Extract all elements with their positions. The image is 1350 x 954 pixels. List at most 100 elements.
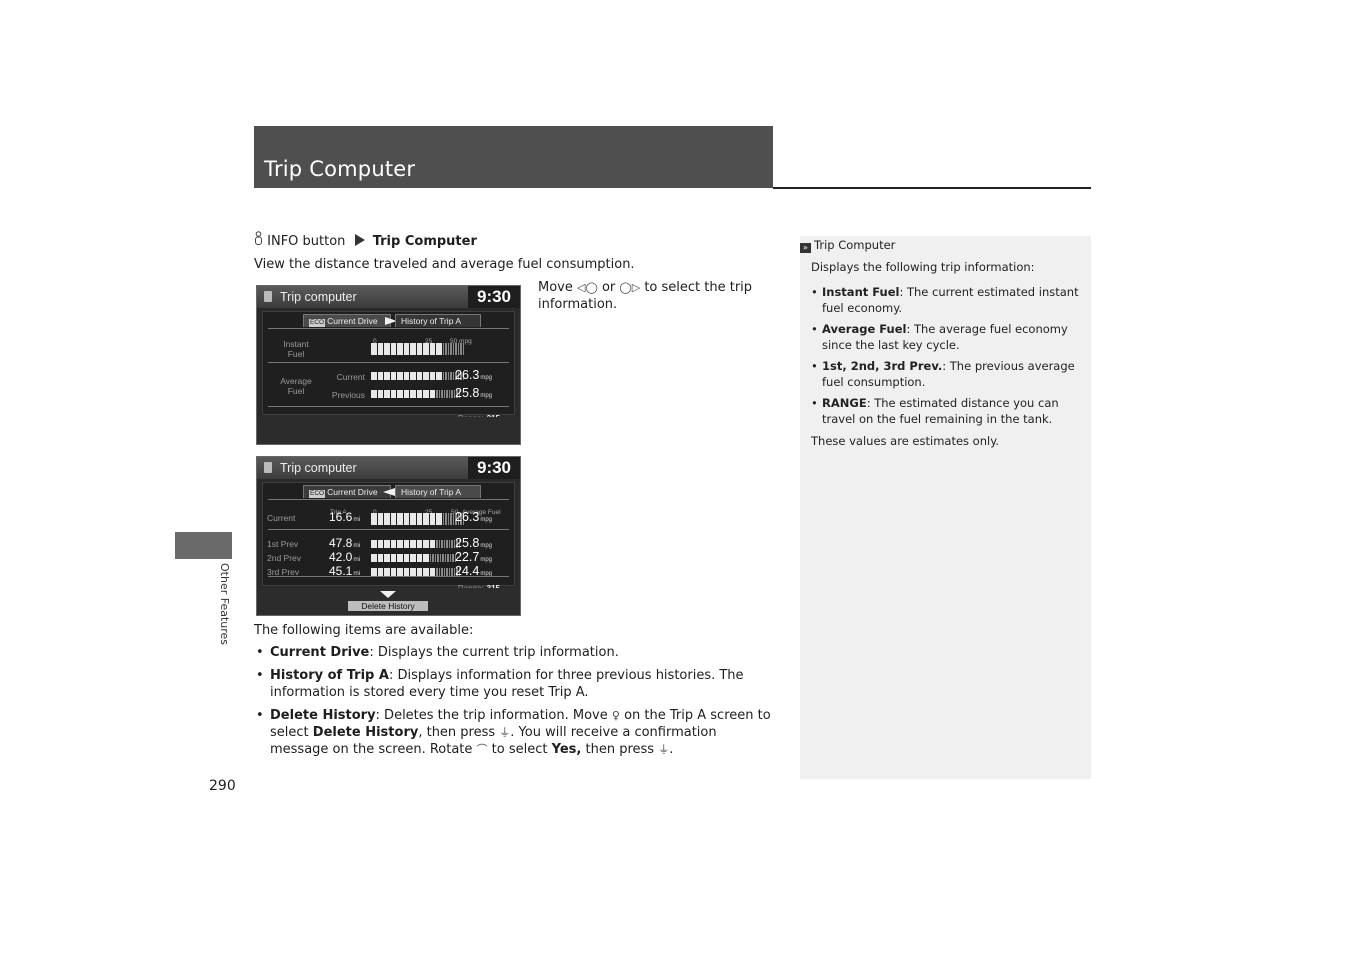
divider <box>268 499 509 500</box>
bar-segment-lit <box>423 568 429 576</box>
bar-segment-unlit <box>432 554 434 562</box>
divider <box>268 362 509 363</box>
item-text: , then press <box>418 725 496 740</box>
page-number: 290 <box>209 778 236 794</box>
bar-segment-lit <box>429 372 435 380</box>
bar-segment-lit <box>416 554 422 562</box>
bar-segment-lit <box>397 343 403 355</box>
divider <box>268 328 509 329</box>
item-term: Yes, <box>551 742 582 757</box>
tab-current-drive[interactable]: ECO Current Drive <box>303 485 391 498</box>
tab-label: History of Trip A <box>401 316 461 326</box>
bar-segment-unlit <box>450 372 452 380</box>
item-term: Delete History <box>312 725 419 740</box>
bar-segment-lit <box>384 540 390 548</box>
bar-segment-lit <box>403 540 409 548</box>
bar-segment-unlit <box>439 554 441 562</box>
tab-history-trip-a[interactable]: History of Trip A <box>395 314 481 327</box>
bar-segment-lit <box>423 343 429 355</box>
info-icon <box>264 462 272 473</box>
row-fuel-value: 26.3mpg <box>455 509 492 529</box>
bar-segment-lit <box>384 568 390 576</box>
available-items-list: Current Drive: Displays the current trip… <box>254 644 774 764</box>
note-title: Trip Computer <box>814 238 896 252</box>
item-term: History of Trip A <box>270 668 389 683</box>
bar-segment-lit <box>429 568 435 576</box>
item-term: Delete History <box>270 708 376 723</box>
bar-segment-lit <box>377 513 383 525</box>
bar-segment-lit <box>384 390 390 398</box>
available-intro: The following items are available: <box>254 623 474 638</box>
screen-title: Trip computer <box>280 461 357 475</box>
bar-segment-unlit <box>450 513 452 525</box>
press-icon: ⏚ <box>499 726 511 739</box>
screen-footer: Delete History <box>257 588 520 615</box>
move-instruction: Move ◁◯ or ◯▷ to select the trip informa… <box>538 279 768 313</box>
bar-segment-unlit <box>436 568 438 576</box>
bar-segment-unlit <box>444 554 446 562</box>
bar-segment-lit <box>429 513 435 525</box>
screen-tabs: ECO Current Drive History of Trip A <box>303 485 483 498</box>
item-term: Instant Fuel <box>822 285 900 299</box>
item-term: Current Drive <box>270 645 370 660</box>
bar-segment-unlit <box>451 540 453 548</box>
bar-segment-lit <box>416 343 422 355</box>
bar-segment-unlit <box>457 343 459 355</box>
bar-segment-unlit <box>445 513 447 525</box>
bar-segment-lit <box>403 343 409 355</box>
list-item: Average Fuel: The average fuel economy s… <box>811 321 1083 353</box>
tab-history-trip-a[interactable]: History of Trip A <box>395 485 481 498</box>
bar-segment-lit <box>403 568 409 576</box>
bar-segment-lit <box>377 554 383 562</box>
bar-segment-lit <box>377 540 383 548</box>
bar-segment-lit <box>371 568 377 576</box>
previous-fuel-bar <box>371 390 460 398</box>
note-list: Instant Fuel: The current estimated inst… <box>811 284 1083 432</box>
instant-fuel-label: Instant Fuel <box>283 339 309 359</box>
bar-segment-lit <box>397 554 403 562</box>
value-number: 25.8 <box>455 386 480 400</box>
bar-segment-unlit <box>451 568 453 576</box>
breadcrumb-target: Trip Computer <box>372 234 477 249</box>
screen-body: ECO Current Drive History of Trip A 0 25 … <box>262 311 515 423</box>
bar-segment-unlit <box>448 568 450 576</box>
bar-segment-unlit <box>445 372 447 380</box>
item-term: RANGE <box>822 396 867 410</box>
bar-segment-lit <box>410 568 416 576</box>
value-unit: mpg <box>480 375 493 381</box>
screen-title: Trip computer <box>280 290 357 304</box>
instant-fuel-bar <box>371 343 464 355</box>
item-text: : Displays the current trip information. <box>369 645 619 660</box>
bar-segment-lit <box>410 540 416 548</box>
move-or: or <box>601 280 616 295</box>
tab-current-drive[interactable]: ECO Current Drive <box>303 314 391 327</box>
bar-segment-lit <box>384 343 390 355</box>
bar-segment-lit <box>403 554 409 562</box>
row-fuel-bar <box>371 554 456 562</box>
bar-segment-unlit <box>452 343 454 355</box>
row-fuel-bar <box>371 568 460 576</box>
bar-segment-lit <box>410 513 416 525</box>
bar-segment-lit <box>416 568 422 576</box>
bar-segment-unlit <box>451 390 453 398</box>
bar-segment-unlit <box>447 513 449 525</box>
breadcrumb-arrow-icon <box>354 234 365 246</box>
bar-segment-unlit <box>441 390 443 398</box>
note-heading: » Trip Computer <box>800 237 895 253</box>
bar-segment-lit <box>384 554 390 562</box>
bar-segment-lit <box>423 390 429 398</box>
bar-segment-lit <box>390 372 396 380</box>
distance-number: 42.0 <box>329 550 353 564</box>
bar-segment-unlit <box>434 554 436 562</box>
bar-segment-lit <box>410 554 416 562</box>
screen-tabs: ECO Current Drive History of Trip A <box>303 314 483 327</box>
page-title-bar: Trip Computer <box>254 126 773 188</box>
bar-segment-lit <box>377 568 383 576</box>
delete-history-button[interactable]: Delete History <box>348 601 428 611</box>
bar-segment-lit <box>377 390 383 398</box>
previous-label: Previous <box>331 390 365 400</box>
bar-segment-lit <box>371 372 377 380</box>
bar-segment-lit <box>390 540 396 548</box>
bar-segment-lit <box>423 540 429 548</box>
bar-segment-lit <box>416 372 422 380</box>
